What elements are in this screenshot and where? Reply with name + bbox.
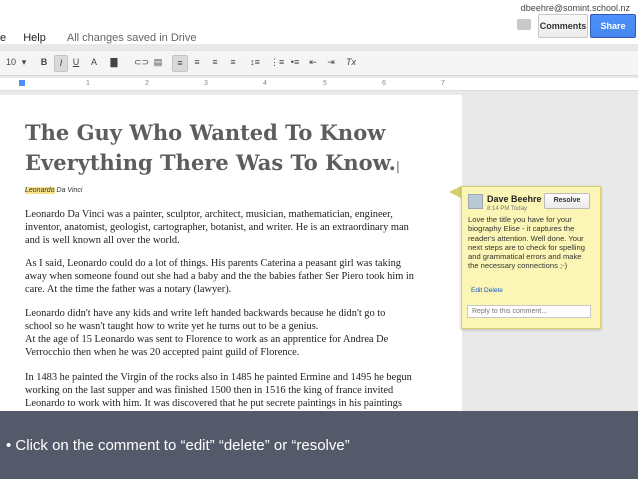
share-button[interactable]: Share — [590, 14, 636, 38]
menu-bar: e Help All changes saved in Drive — [0, 32, 211, 44]
avatar — [468, 194, 483, 209]
ruler-tick: 6 — [382, 80, 386, 87]
ruler-tick: 3 — [204, 80, 208, 87]
document-paragraph[interactable]: As I said, Leonardo could do a lot of th… — [25, 257, 415, 297]
ruler-tick: 4 — [263, 80, 267, 87]
ruler-tick: 2 — [145, 80, 149, 87]
document-title[interactable]: The Guy Who Wanted To Know Everything Th… — [25, 118, 435, 181]
comment-timestamp: 8:14 PM Today — [487, 206, 527, 212]
font-size-select[interactable]: 10 — [4, 55, 18, 70]
comments-button[interactable]: Comments — [538, 14, 588, 38]
bulleted-list-icon[interactable]: •≡ — [288, 55, 302, 70]
document-paragraph[interactable]: Leonardo didn't have any kids and write … — [25, 307, 415, 333]
edit-comment-link[interactable]: Edit — [471, 287, 482, 294]
bold-button[interactable]: B — [38, 55, 50, 70]
comment-icon[interactable]: ▤ — [152, 55, 164, 70]
link-icon[interactable]: ⊂⊃ — [134, 55, 149, 70]
indent-marker[interactable] — [19, 80, 25, 86]
italic-button[interactable]: I — [54, 55, 68, 72]
decrease-indent-icon[interactable]: ⇤ — [306, 55, 320, 70]
menu-item-help[interactable]: Help — [23, 32, 46, 44]
line-spacing-icon[interactable]: ↕≡ — [248, 55, 262, 70]
save-status: All changes saved in Drive — [66, 32, 197, 44]
ruler-tick: 1 — [86, 80, 90, 87]
account-email[interactable]: dbeehre@somint.school.nz — [521, 3, 630, 13]
ruler: 1 2 3 4 5 6 7 — [0, 78, 638, 91]
font-size-dropdown-icon[interactable]: ▾ — [20, 55, 28, 70]
formatting-toolbar: 10 ▾ B I U A ▇ ⊂⊃ ▤ ≡ ≡ ≡ ≡ ↕≡ ⋮≡ •≡ ⇤ ⇥… — [0, 50, 638, 76]
reply-comment-input[interactable] — [467, 305, 591, 318]
delete-comment-link[interactable]: Delete — [484, 287, 503, 294]
comment-body: Love the title you have for your biograp… — [468, 215, 585, 271]
align-justify-icon[interactable]: ≡ — [226, 55, 240, 70]
ruler-tick: 5 — [323, 80, 327, 87]
document-paragraph[interactable]: Leonardo Da Vinci was a painter, sculpto… — [25, 208, 415, 248]
document-paragraph[interactable]: At the age of 15 Leonardo was sent to Fl… — [25, 333, 415, 359]
text-color-icon[interactable]: A — [88, 55, 100, 70]
commented-text-highlight[interactable]: Leonardo — [25, 187, 55, 194]
author-line[interactable]: Leonardo Da Vinci — [25, 187, 82, 194]
align-left-icon[interactable]: ≡ — [172, 55, 188, 72]
chat-icon[interactable] — [517, 19, 531, 30]
align-right-icon[interactable]: ≡ — [208, 55, 222, 70]
align-center-icon[interactable]: ≡ — [190, 55, 204, 70]
clear-formatting-button[interactable]: Tx — [344, 55, 358, 70]
highlight-color-icon[interactable]: ▇ — [108, 55, 120, 70]
text-cursor: | — [395, 159, 400, 173]
instruction-caption: • Click on the comment to “edit” “delete… — [6, 437, 350, 454]
comment-pointer — [449, 186, 461, 198]
increase-indent-icon[interactable]: ⇥ — [324, 55, 338, 70]
comment-author: Dave Beehre — [487, 194, 542, 204]
numbered-list-icon[interactable]: ⋮≡ — [270, 55, 284, 70]
ruler-tick: 7 — [441, 80, 445, 87]
menu-item-edit[interactable]: e — [0, 32, 6, 44]
comment-actions: Edit Delete — [471, 287, 503, 294]
top-bar: e Help All changes saved in Drive dbeehr… — [0, 0, 638, 44]
resolve-button[interactable]: Resolve — [544, 193, 590, 209]
underline-button[interactable]: U — [70, 55, 82, 70]
